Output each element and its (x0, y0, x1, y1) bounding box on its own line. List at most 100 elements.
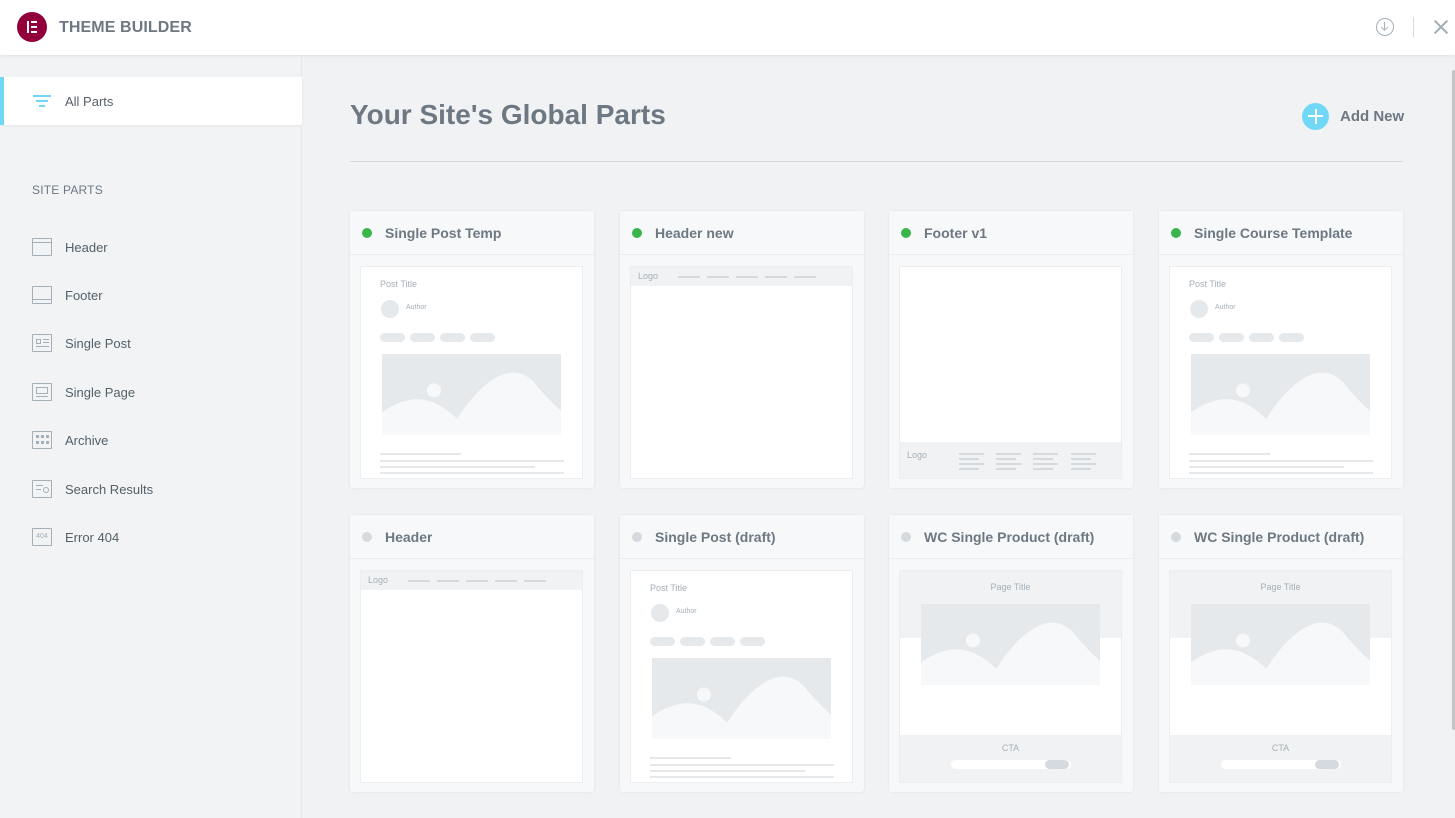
card-title: Single Post (draft) (655, 528, 776, 545)
template-card[interactable]: Single Post (draft) Post Title Author (620, 515, 864, 792)
card-title: Footer v1 (924, 224, 988, 241)
sidebar-item-label: All Parts (65, 94, 114, 109)
status-dot-icon (632, 227, 642, 238)
status-dot-icon (901, 227, 911, 238)
preview-image (652, 658, 831, 739)
template-card[interactable]: Header Logo (350, 515, 594, 792)
sidebar-item-search-results[interactable]: Search Results (32, 477, 292, 501)
preview-cta-button (1315, 760, 1339, 769)
preview-footer-line (1071, 463, 1096, 465)
preview-nav-dash (495, 580, 517, 582)
archive-icon (32, 431, 52, 449)
template-card[interactable]: Footer v1 Logo (889, 211, 1133, 488)
status-dot-icon (362, 227, 372, 238)
preview-footer-line (959, 468, 979, 470)
template-card[interactable]: Single Course Template Post Title Author (1159, 211, 1403, 488)
preview-footer-line (1033, 468, 1053, 470)
template-preview[interactable]: Post Title Author (630, 570, 853, 783)
preview-footer-bar: Logo (900, 442, 1121, 478)
status-dot-icon (1171, 227, 1181, 238)
preview-pill (680, 637, 705, 646)
template-preview[interactable]: Post Title Author (360, 266, 583, 479)
preview-logo: Logo (907, 450, 928, 460)
preview-footer-line (1071, 458, 1091, 460)
elementor-logo-icon (17, 12, 47, 42)
sidebar-item-footer[interactable]: Footer (32, 283, 292, 307)
sidebar-item-label: Footer (65, 287, 103, 303)
header-icon (32, 238, 52, 256)
preview-nav-dash (736, 276, 758, 278)
preview-line (650, 764, 834, 766)
template-preview[interactable]: Logo (360, 570, 583, 783)
preview-footer-line (1071, 468, 1091, 470)
card-title: Header new (655, 224, 734, 241)
preview-nav-dash (524, 580, 546, 582)
preview-pill (410, 333, 435, 342)
status-dot-icon (901, 531, 911, 542)
preview-cta-band: CTA (1170, 735, 1391, 782)
app-title: THEME BUILDER (59, 19, 192, 36)
preview-author: Author (406, 304, 427, 311)
close-icon[interactable] (1432, 18, 1450, 36)
preview-nav-dash (765, 276, 787, 278)
download-icon[interactable] (1376, 18, 1394, 36)
error-404-icon: 404 (32, 528, 52, 546)
preview-line (1189, 466, 1344, 468)
preview-avatar (381, 300, 399, 318)
preview-line (1189, 472, 1373, 474)
preview-line (1189, 453, 1270, 455)
card-header: Header new (620, 211, 864, 255)
template-preview[interactable]: Logo (899, 266, 1122, 479)
sidebar-item-label: Search Results (65, 481, 154, 497)
preview-cta-label: CTA (1271, 743, 1290, 753)
preview-pill (380, 333, 405, 342)
preview-image (382, 354, 561, 435)
template-card[interactable]: WC Single Product (draft) Page Title CTA (889, 515, 1133, 792)
sidebar-item-label: Single Page (65, 384, 136, 400)
preview-footer-line (996, 463, 1021, 465)
sidebar-item-label: Archive (65, 432, 109, 448)
sidebar-item-single-post[interactable]: Single Post (32, 331, 292, 355)
preview-logo: Logo (638, 271, 659, 281)
preview-nav-dash (437, 580, 459, 582)
card-header: Single Post (draft) (620, 515, 864, 559)
template-card[interactable]: Header new Logo (620, 211, 864, 488)
top-separator (1413, 17, 1414, 37)
template-preview[interactable]: Post Title Author (1169, 266, 1392, 479)
preview-line (380, 466, 535, 468)
preview-author: Author (676, 608, 697, 615)
preview-cta-button (1045, 760, 1069, 769)
preview-footer-line (959, 453, 984, 455)
preview-image (1191, 604, 1370, 685)
sidebar-item-error-404[interactable]: 404 Error 404 (32, 525, 292, 549)
sidebar-item-all-parts[interactable]: All Parts (0, 77, 302, 125)
template-card[interactable]: WC Single Product (draft) Page Title CTA (1159, 515, 1403, 792)
template-preview[interactable]: Page Title CTA (899, 570, 1122, 783)
preview-avatar (1190, 300, 1208, 318)
preview-pill (1279, 333, 1304, 342)
preview-line (650, 770, 805, 772)
sidebar-item-single-page[interactable]: Single Page (32, 380, 292, 404)
preview-pill (440, 333, 465, 342)
template-card[interactable]: Single Post Temp Post Title Author (350, 211, 594, 488)
sidebar-item-label: Error 404 (65, 529, 120, 545)
preview-footer-line (996, 458, 1016, 460)
sidebar-item-archive[interactable]: Archive (32, 428, 292, 452)
preview-post-title: Post Title (1189, 279, 1227, 289)
card-title: Single Post Temp (385, 224, 502, 241)
preview-line (1189, 460, 1373, 462)
template-preview[interactable]: Page Title CTA (1169, 570, 1392, 783)
card-header: Single Course Template (1159, 211, 1403, 255)
add-new-button[interactable]: Add New (1302, 102, 1404, 130)
filter-icon (33, 95, 51, 107)
plus-icon (1302, 102, 1329, 130)
sidebar-item-header[interactable]: Header (32, 235, 292, 259)
sidebar-item-label: Single Post (65, 335, 131, 351)
template-preview[interactable]: Logo (630, 266, 853, 479)
preview-line (380, 453, 461, 455)
preview-pill (470, 333, 495, 342)
search-results-icon (32, 480, 52, 498)
preview-nav-dash (794, 276, 816, 278)
preview-nav-dash (678, 276, 700, 278)
single-page-icon (32, 383, 52, 401)
